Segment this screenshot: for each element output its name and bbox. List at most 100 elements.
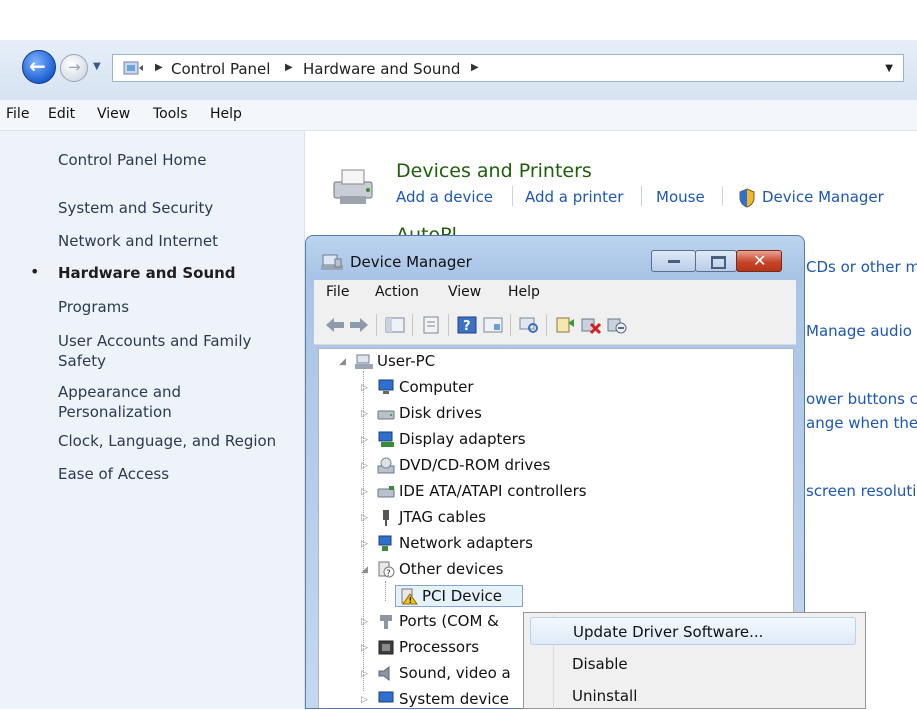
add-a-printer-link[interactable]: Add a printer	[525, 188, 623, 206]
nav-user-accounts[interactable]: User Accounts and Family Safety	[58, 331, 278, 371]
toolbar-separator	[510, 314, 511, 336]
scan-for-hardware-changes-icon[interactable]	[518, 315, 540, 335]
nav-programs[interactable]: Programs	[58, 297, 129, 317]
ports-icon	[380, 615, 392, 629]
expand-arrow-icon[interactable]: ▷	[361, 695, 368, 705]
close-icon: ✕	[753, 251, 767, 270]
speaker-icon	[378, 665, 390, 682]
expand-arrow-icon[interactable]: ▷	[361, 461, 368, 471]
tree-item-processors[interactable]: ▷ Processors	[361, 637, 541, 659]
add-a-device-link[interactable]: Add a device	[396, 188, 493, 206]
nav-system-and-security[interactable]: System and Security	[58, 198, 213, 218]
mouse-link[interactable]: Mouse	[656, 188, 705, 206]
expand-arrow-icon[interactable]: ▷	[361, 487, 368, 497]
show-hide-console-tree-icon[interactable]	[384, 315, 406, 335]
expand-arrow-icon[interactable]: ▷	[361, 643, 368, 653]
link-separator	[641, 186, 642, 206]
update-driver-icon[interactable]	[554, 315, 576, 335]
address-bar[interactable]: ▶ Control Panel ▶ Hardware and Sound ▶ ▼	[112, 54, 904, 82]
display-adapter-icon	[378, 431, 394, 447]
dm-menu-view[interactable]: View	[448, 284, 481, 300]
nav-clock-language-region[interactable]: Clock, Language, and Region	[58, 431, 276, 451]
tree-item-computer[interactable]: ▷ Computer	[361, 377, 561, 399]
expand-arrow-icon[interactable]: ▷	[361, 513, 368, 523]
dm-menu-help[interactable]: Help	[508, 284, 540, 300]
menu-view[interactable]: View	[97, 106, 130, 122]
device-manager-title: Device Manager	[350, 253, 472, 271]
tree-item-label: DVD/CD-ROM drives	[399, 456, 551, 474]
tree-item-display-adapters[interactable]: ▷ Display adapters	[361, 429, 581, 451]
nav-control-panel-home[interactable]: Control Panel Home	[58, 150, 207, 170]
properties-icon[interactable]	[420, 315, 442, 335]
expand-arrow-icon[interactable]: ▷	[361, 617, 368, 627]
display-partial-text[interactable]: screen resoluti	[806, 482, 916, 500]
toolbar-separator	[376, 314, 377, 336]
close-button[interactable]: ✕	[736, 250, 782, 272]
breadcrumb-hardware-and-sound[interactable]: Hardware and Sound	[303, 60, 460, 78]
control-panel-icon	[123, 61, 143, 75]
processor-icon	[378, 640, 394, 655]
help-icon[interactable]: ?	[456, 315, 478, 335]
uninstall-icon[interactable]	[580, 315, 602, 335]
power-partial-text-2[interactable]: ange when the	[806, 414, 917, 432]
tree-item-ports[interactable]: ▷ Ports (COM &	[361, 611, 541, 633]
power-partial-text-1[interactable]: ower buttons c	[806, 390, 917, 408]
device-manager-link[interactable]: Device Manager	[762, 188, 884, 206]
disable-device-icon[interactable]	[606, 315, 628, 335]
update-driver-software-menu-item[interactable]: Update Driver Software...	[530, 617, 856, 645]
back-arrow-icon: ←	[29, 54, 46, 78]
expand-arrow-icon[interactable]: ▷	[361, 669, 368, 679]
minimize-button[interactable]	[651, 250, 696, 272]
collapse-arrow-icon[interactable]: ◢	[361, 565, 368, 575]
expand-arrow-icon[interactable]: ▷	[361, 409, 368, 419]
tree-item-network-adapters[interactable]: ▷ Network adapters	[361, 533, 581, 555]
network-adapter-icon	[378, 535, 392, 551]
menu-edit[interactable]: Edit	[48, 106, 75, 122]
sound-partial-text[interactable]: Manage audio	[806, 322, 912, 340]
tree-item-disk-drives[interactable]: ▷ Disk drives	[361, 403, 561, 425]
autoplay-partial-text[interactable]: CDs or other m	[806, 258, 917, 276]
menu-file[interactable]: File	[6, 106, 29, 122]
unknown-device-icon: ?	[378, 561, 395, 578]
devices-and-printers-title[interactable]: Devices and Printers	[396, 160, 592, 182]
left-navigation-pane: Control Panel Home System and Security N…	[0, 131, 305, 709]
expand-arrow-icon[interactable]: ▷	[361, 435, 368, 445]
uninstall-menu-item[interactable]: Uninstall	[530, 682, 856, 710]
show-hidden-icon[interactable]	[482, 315, 504, 335]
tree-item-ide-ata[interactable]: ▷ IDE ATA/ATAPI controllers	[361, 481, 661, 503]
forward-button[interactable]: →	[60, 54, 88, 82]
tree-item-label: System device	[399, 690, 509, 708]
back-button[interactable]: ←	[22, 50, 56, 84]
pci-device-warning-icon: !	[401, 588, 418, 605]
device-context-menu: Update Driver Software... Disable Uninst…	[523, 612, 866, 710]
dm-menu-file[interactable]: File	[326, 284, 349, 300]
tree-item-other-devices[interactable]: ◢ ? Other devices	[361, 559, 561, 581]
device-manager-app-icon	[321, 254, 343, 270]
expand-arrow-icon[interactable]: ▷	[361, 539, 368, 549]
collapse-arrow-icon[interactable]: ◢	[339, 357, 346, 367]
tree-item-jtag-cables[interactable]: ▷ JTAG cables	[361, 507, 561, 529]
tree-item-system-devices[interactable]: ▷ System device	[361, 689, 541, 708]
tree-item-pci-device[interactable]: ! PCI Device	[395, 585, 523, 607]
disable-menu-item[interactable]: Disable	[530, 650, 856, 678]
expand-arrow-icon[interactable]: ▷	[361, 383, 368, 393]
nav-network-and-internet[interactable]: Network and Internet	[58, 231, 218, 251]
toolbar-separator	[412, 314, 413, 336]
disk-drive-icon	[377, 410, 395, 420]
tree-item-dvd-cdrom[interactable]: ▷ DVD/CD-ROM drives	[361, 455, 601, 477]
back-arrow-icon[interactable]	[324, 315, 346, 335]
breadcrumb-control-panel[interactable]: Control Panel	[171, 60, 270, 78]
dm-menu-action[interactable]: Action	[375, 284, 419, 300]
forward-arrow-icon[interactable]	[348, 315, 370, 335]
maximize-button[interactable]	[695, 250, 737, 272]
recent-pages-dropdown-icon[interactable]: ▼	[93, 61, 101, 72]
tree-item-sound-video[interactable]: ▷ Sound, video a	[361, 663, 541, 685]
nav-ease-of-access[interactable]: Ease of Access	[58, 464, 169, 484]
menu-help[interactable]: Help	[210, 106, 242, 122]
nav-appearance[interactable]: Appearance and Personalization	[58, 382, 208, 422]
menu-tools[interactable]: Tools	[153, 106, 188, 122]
minimize-icon	[668, 260, 680, 263]
address-dropdown-icon[interactable]: ▼	[885, 63, 893, 74]
uac-shield-icon	[739, 188, 755, 208]
tree-root-user-pc[interactable]: ◢ User-PC	[339, 351, 459, 373]
